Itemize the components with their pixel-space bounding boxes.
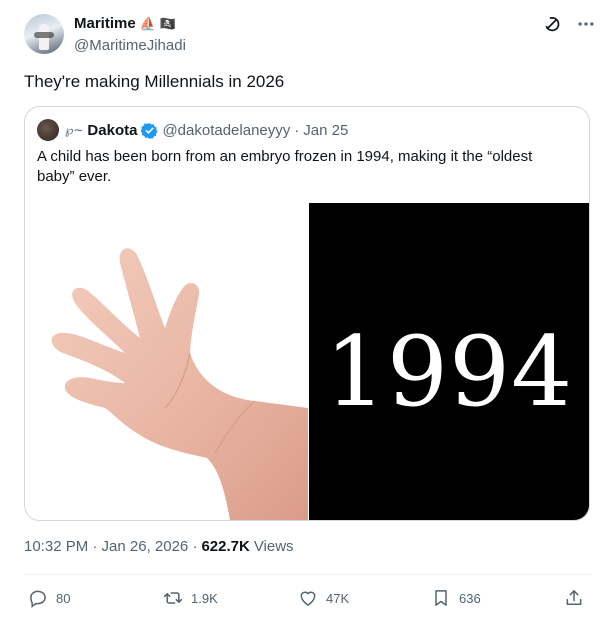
quoted-handle[interactable]: @dakotadelaneyyy bbox=[162, 122, 290, 139]
quoted-avatar[interactable] bbox=[37, 119, 59, 141]
views-count: 622.7K bbox=[201, 538, 250, 555]
divider bbox=[24, 574, 592, 575]
tweet-text: They're making Millennials in 2026 bbox=[24, 72, 285, 91]
share-icon bbox=[566, 590, 582, 605]
more-icon[interactable] bbox=[576, 14, 596, 34]
bookmark-button[interactable]: 636 bbox=[431, 588, 481, 608]
like-button[interactable]: 47K bbox=[298, 588, 349, 608]
quoted-date[interactable]: Jan 25 bbox=[303, 122, 348, 139]
reply-icon bbox=[30, 590, 46, 608]
quoted-media[interactable]: 1994 bbox=[25, 203, 589, 520]
quoted-name[interactable]: Dakota bbox=[87, 122, 137, 139]
views-label: Views bbox=[253, 538, 294, 555]
bookmark-count: 636 bbox=[459, 590, 481, 606]
baby-hand-image[interactable] bbox=[25, 203, 308, 520]
sailboat-emoji: ⛵ bbox=[139, 16, 156, 31]
year-image[interactable]: 1994 bbox=[309, 203, 589, 520]
top-actions bbox=[542, 14, 596, 34]
repost-icon bbox=[163, 592, 183, 604]
reply-count: 80 bbox=[56, 590, 71, 606]
tweet-meta: 10:32 PM · Jan 26, 2026 · 622.7K Views bbox=[24, 538, 294, 555]
baby-hand-illustration bbox=[51, 248, 308, 520]
author-name[interactable]: Maritime bbox=[74, 15, 136, 32]
repost-count: 1.9K bbox=[191, 590, 218, 606]
quoted-separator: · bbox=[294, 121, 300, 139]
action-bar: 80 1.9K 47K 636 bbox=[28, 588, 588, 612]
tweet: Maritime ⛵ 🏴‍☠️ @MaritimeJihadi They're … bbox=[0, 0, 616, 630]
bookmark-icon bbox=[435, 590, 447, 606]
like-icon bbox=[300, 591, 316, 606]
author-handle[interactable]: @MaritimeJihadi bbox=[74, 37, 186, 54]
quoted-header: ℘∼ Dakota @dakotadelaneyyy · Jan 25 bbox=[37, 119, 348, 141]
like-count: 47K bbox=[326, 590, 350, 606]
quoted-tweet[interactable]: ℘∼ Dakota @dakotadelaneyyy · Jan 25 A ch… bbox=[24, 106, 590, 521]
repost-button[interactable]: 1.9K bbox=[163, 588, 218, 608]
reply-button[interactable]: 80 bbox=[28, 588, 70, 608]
author-name-row: Maritime ⛵ 🏴‍☠️ bbox=[74, 15, 176, 32]
avatar[interactable] bbox=[24, 14, 64, 54]
share-button[interactable] bbox=[564, 588, 584, 608]
pirate-flag-emoji: 🏴‍☠️ bbox=[159, 16, 177, 31]
year-image-text: 1994 bbox=[324, 315, 574, 428]
quoted-name-prefix: ℘∼ bbox=[65, 123, 84, 137]
verified-icon bbox=[141, 122, 159, 139]
avatar-shadow bbox=[34, 32, 54, 38]
tweet-timestamp[interactable]: 10:32 PM · Jan 26, 2026 · bbox=[24, 538, 197, 555]
quoted-text: A child has been born from an embryo fro… bbox=[37, 148, 533, 185]
grok-icon[interactable] bbox=[542, 14, 562, 34]
